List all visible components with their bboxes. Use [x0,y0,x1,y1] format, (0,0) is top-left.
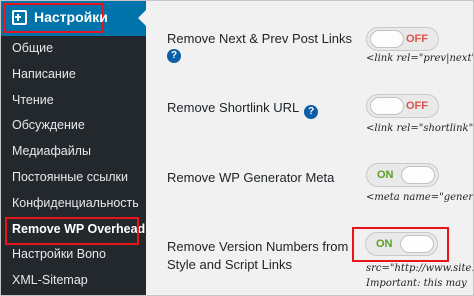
settings-plus-icon [12,10,27,25]
toggle-knob [370,30,404,48]
code-hint-version-line1: src="http://www.site.com [366,263,474,274]
sidebar-item-remove-wp-overhead[interactable]: Remove WP Overhead [0,216,146,245]
admin-sidebar: Настройки Общие Написание Чтение Обсужде… [0,0,146,296]
sidebar-item-writing[interactable]: Написание [0,62,146,88]
toggle-state: ON [376,238,393,250]
code-hint-version-line2: Important: this may [366,278,467,289]
settings-panel: Remove Next & Prev Post Links ? OFF <lin… [146,0,474,296]
toggle-state: OFF [406,100,428,112]
code-hint-generator: <meta name="generator" [366,192,474,203]
help-icon[interactable]: ? [167,49,181,63]
sidebar-header-settings[interactable]: Настройки [0,0,146,36]
toggle-knob [400,235,434,253]
highlight-box [5,216,139,245]
sidebar-item-permalinks[interactable]: Постоянные ссылки [0,165,146,191]
sidebar-item-general[interactable]: Общие [0,36,146,62]
toggle-wp-generator[interactable]: ON [366,163,439,187]
toggle-state: ON [377,169,394,181]
code-hint-shortlink: <link rel="shortlink" [366,123,474,134]
setting-label-next-prev: Remove Next & Prev Post Links [167,31,352,46]
setting-label-shortlink: Remove Shortlink URL? [167,98,319,119]
setting-label-version-line2: Style and Script Links [167,257,293,272]
toggle-knob [401,166,435,184]
sidebar-item-privacy[interactable]: Конфиденциальность [0,191,146,217]
code-hint-next-prev: <link rel="prev|next" [366,53,474,64]
sidebar-header-label: Настройки [34,9,108,25]
toggle-next-prev-links[interactable]: OFF [366,27,439,51]
sidebar-item-xml-sitemap[interactable]: XML-Sitemap [0,268,146,294]
toggle-state: OFF [406,33,428,45]
setting-label-text: Remove Shortlink URL [167,100,300,115]
current-menu-arrow [138,10,146,26]
sidebar-item-discussion[interactable]: Обсуждение [0,113,146,139]
sidebar-item-reading[interactable]: Чтение [0,88,146,114]
sidebar-item-bono-settings[interactable]: Настройки Bono [0,242,146,268]
toggle-shortlink-url[interactable]: OFF [366,94,439,118]
help-icon[interactable]: ? [304,105,319,119]
setting-label-version-line1: Remove Version Numbers from [167,239,349,254]
toggle-knob [370,97,404,115]
sidebar-submenu: Общие Написание Чтение Обсуждение Медиаф… [0,36,146,294]
sidebar-item-media[interactable]: Медиафайлы [0,139,146,165]
setting-label-generator: Remove WP Generator Meta [167,170,335,185]
toggle-version-numbers[interactable]: ON [365,232,438,256]
